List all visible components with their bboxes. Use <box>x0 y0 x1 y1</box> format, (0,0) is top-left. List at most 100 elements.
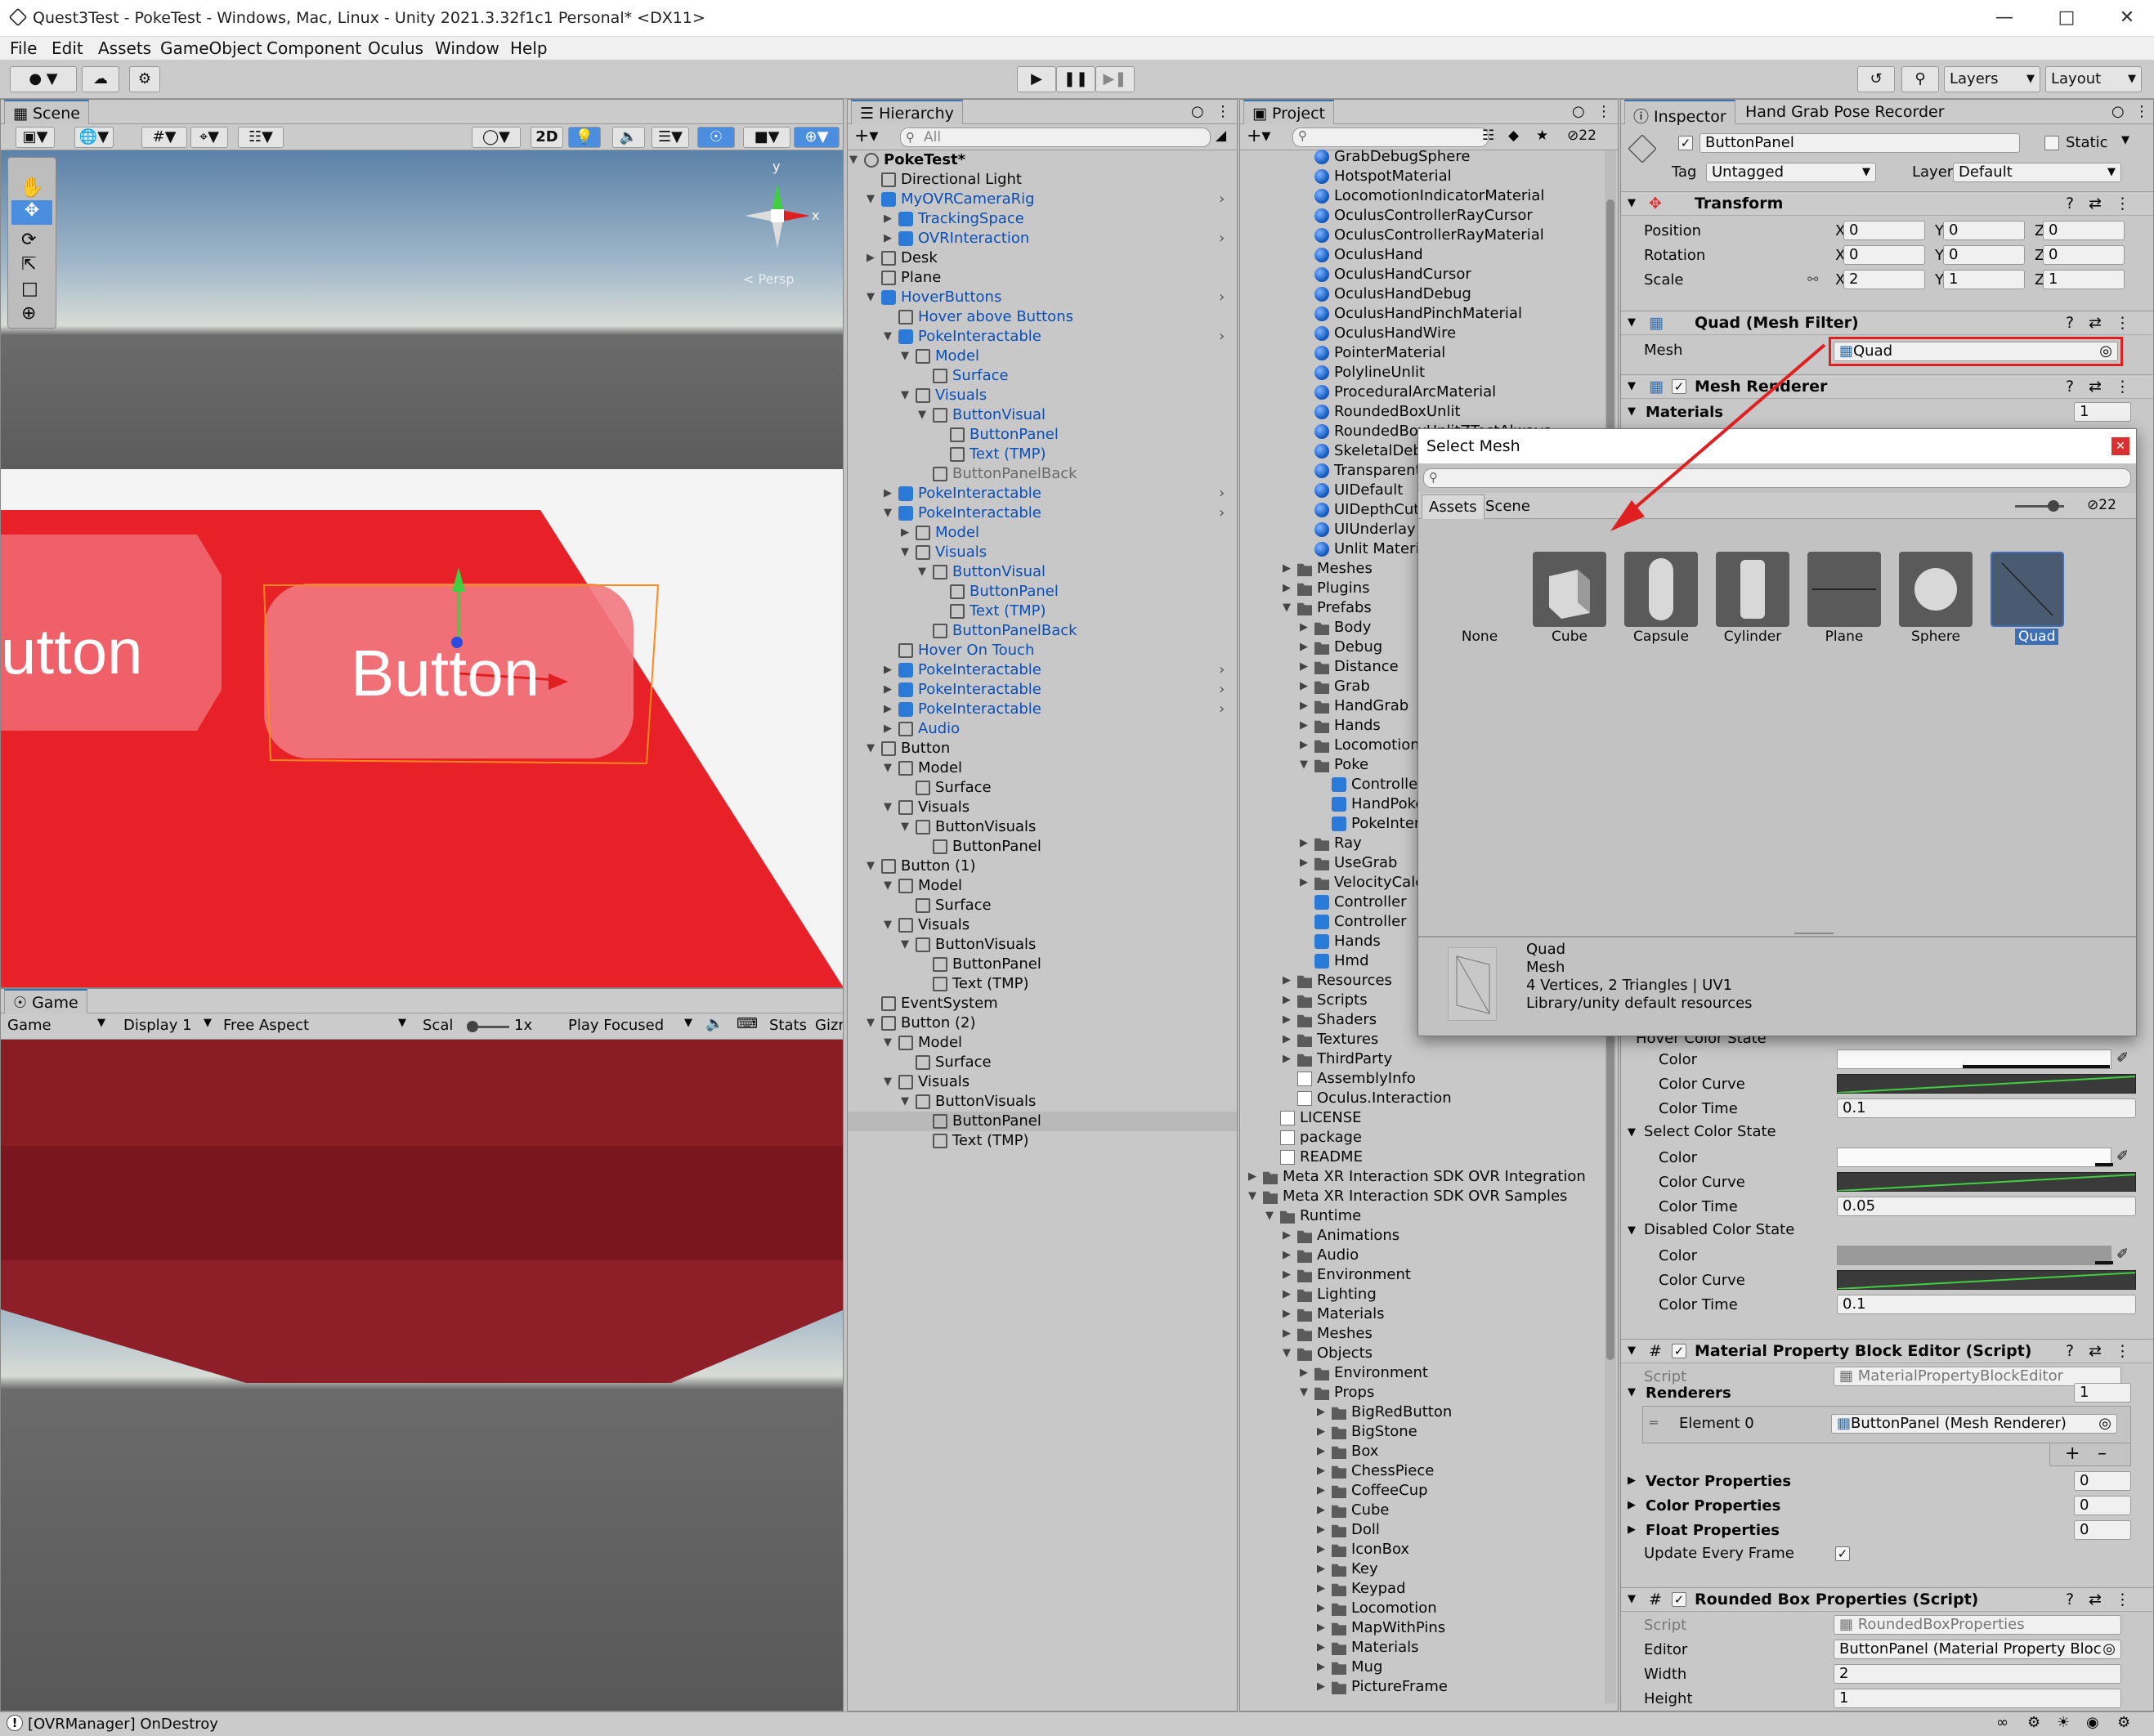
settings-icon[interactable]: ⚙ <box>2117 1714 2130 1731</box>
tab-game[interactable]: ☉ Game <box>4 989 87 1013</box>
foldout-arrow-icon[interactable]: ▶ <box>1628 1523 1636 1536</box>
audio-toggle-icon[interactable]: 🔈 <box>612 127 645 148</box>
step-button[interactable]: ▶❚ <box>1095 66 1135 92</box>
layers-dropdown[interactable]: Layers ▼ <box>1944 66 2040 92</box>
hierarchy-item[interactable]: ▶ TrackingSpace <box>848 209 1237 229</box>
transform-header[interactable]: ▼ ✥ Transform ? ⇄ ⋮ <box>1621 191 2153 216</box>
mesh-item-sphere[interactable] <box>1899 552 1973 627</box>
project-item[interactable]: README <box>1240 1148 1603 1167</box>
open-prefab-icon[interactable]: › <box>1219 229 1225 248</box>
project-item[interactable]: Oculus.Interaction <box>1240 1089 1603 1108</box>
project-search-input[interactable]: ⚲ <box>1292 128 1489 147</box>
hierarchy-item[interactable]: ▼ ButtonVisual <box>848 562 1237 582</box>
color-time-field[interactable]: 0.1 <box>1837 1295 2136 1314</box>
open-prefab-icon[interactable]: › <box>1219 288 1225 307</box>
hierarchy-item[interactable]: ▼ Visuals <box>848 1072 1237 1092</box>
expand-open-icon[interactable]: ▼ <box>918 562 929 582</box>
hierarchy-item[interactable]: ▼ HoverButtons › <box>848 288 1237 307</box>
expand-closed-icon[interactable]: ▶ <box>1317 1540 1328 1559</box>
expand-closed-icon[interactable]: ▶ <box>1317 1658 1328 1677</box>
transform-x-field[interactable]: 0 <box>1843 245 1925 265</box>
project-item[interactable]: LICENSE <box>1240 1108 1603 1128</box>
foldout-arrow-icon[interactable]: ▼ <box>1628 1126 1636 1139</box>
curve-field[interactable] <box>1837 1172 2136 1192</box>
transform-z-field[interactable]: 1 <box>2043 270 2125 289</box>
hierarchy-item[interactable]: Surface <box>848 896 1237 915</box>
hierarchy-item[interactable]: ▶ PokeInteractable › <box>848 700 1237 719</box>
expand-closed-icon[interactable]: ▶ <box>1283 1324 1294 1344</box>
hierarchy-item[interactable]: ▼ Model <box>848 758 1237 778</box>
add-element-button[interactable]: + <box>2065 1443 2080 1464</box>
hierarchy-item[interactable]: ▼ ButtonVisual <box>848 405 1237 425</box>
project-item[interactable]: ▶ Meta XR Interaction SDK OVR Integration <box>1240 1167 1603 1187</box>
shading-mode-dropdown[interactable]: ◯▼ <box>472 127 521 148</box>
hierarchy-item[interactable]: ▼ Model <box>848 347 1237 366</box>
project-item[interactable]: ▼ Meta XR Interaction SDK OVR Samples <box>1240 1187 1603 1206</box>
expand-open-icon[interactable]: ▼ <box>901 347 912 366</box>
scale-slider-handle[interactable] <box>467 1021 478 1032</box>
expand-closed-icon[interactable]: ▶ <box>1300 716 1311 736</box>
menu-file[interactable]: File <box>10 38 37 58</box>
hierarchy-item[interactable]: ButtonPanel <box>848 1112 1237 1131</box>
hierarchy-item[interactable]: Directional Light <box>848 170 1237 190</box>
hierarchy-item[interactable]: ▼ ButtonVisuals <box>848 1092 1237 1112</box>
game-dropdown[interactable]: Game <box>7 1017 51 1034</box>
project-item[interactable]: LocomotionIndicatorMaterial <box>1240 186 1603 206</box>
expand-open-icon[interactable]: ▼ <box>901 817 912 837</box>
project-item[interactable]: ▶ Box <box>1240 1442 1603 1461</box>
persp-label[interactable]: < Persp <box>743 271 794 287</box>
transform-z-field[interactable]: 0 <box>2043 221 2125 240</box>
project-item[interactable]: ▼ Props <box>1240 1383 1603 1403</box>
sync-icon[interactable]: ∞ <box>1996 1714 2008 1731</box>
hierarchy-item[interactable]: ▶ Audio <box>848 719 1237 739</box>
hierarchy-item[interactable]: ButtonPanel <box>848 837 1237 857</box>
expand-open-icon[interactable]: ▼ <box>884 327 895 347</box>
hierarchy-item[interactable]: ▶ PokeInteractable › <box>848 680 1237 700</box>
expand-closed-icon[interactable]: ▶ <box>1317 1442 1328 1461</box>
expand-closed-icon[interactable]: ▶ <box>884 700 895 719</box>
lock-icon[interactable]: ○ <box>1191 103 1204 120</box>
play-button[interactable]: ▶ <box>1017 66 1056 92</box>
collab-icon[interactable]: ⚙ <box>129 66 160 92</box>
open-prefab-icon[interactable]: › <box>1219 503 1225 523</box>
2d-toggle[interactable]: 2D <box>531 127 563 148</box>
project-item[interactable]: ▼ Objects <box>1240 1344 1603 1363</box>
transform-x-field[interactable]: 2 <box>1843 270 1925 289</box>
expand-closed-icon[interactable]: ▶ <box>1300 736 1311 755</box>
expand-closed-icon[interactable]: ▶ <box>1283 1265 1294 1285</box>
hierarchy-item[interactable]: ▼ Visuals <box>848 543 1237 562</box>
hierarchy-item[interactable]: ▼ Visuals <box>848 798 1237 817</box>
hierarchy-item[interactable]: Hover On Touch <box>848 641 1237 660</box>
project-item[interactable]: ▶ Meshes <box>1240 1324 1603 1344</box>
expand-open-icon[interactable]: ▼ <box>884 876 895 896</box>
expand-open-icon[interactable]: ▼ <box>1283 598 1294 618</box>
project-item[interactable]: ▶ Mug <box>1240 1658 1603 1677</box>
hierarchy-item[interactable]: Surface <box>848 778 1237 798</box>
tab-scene[interactable]: Scene <box>1485 498 1530 515</box>
project-item[interactable]: RoundedBoxUnlit <box>1240 402 1603 422</box>
hierarchy-item[interactable]: ButtonPanel <box>848 582 1237 602</box>
layout-dropdown[interactable]: Layout ▼ <box>2045 66 2142 92</box>
color-time-field[interactable]: 0.1 <box>1837 1098 2136 1118</box>
expand-open-icon[interactable]: ▼ <box>901 386 912 405</box>
increment-snap-icon[interactable]: ☷▼ <box>238 127 284 148</box>
hierarchy-item[interactable]: Text (TMP) <box>848 602 1237 621</box>
more-icon[interactable]: ⋮ <box>2134 103 2149 120</box>
expand-closed-icon[interactable]: ▶ <box>901 523 912 543</box>
tab-assets[interactable]: Assets <box>1422 494 1485 519</box>
project-item[interactable]: OculusHandDebug <box>1240 284 1603 304</box>
more-icon[interactable]: ⋮ <box>1596 103 1611 120</box>
search-by-label-icon[interactable]: ◆ <box>1508 128 1519 144</box>
expand-open-icon[interactable]: ▼ <box>1300 755 1311 775</box>
expand-closed-icon[interactable]: ▶ <box>1317 1677 1328 1697</box>
search-by-type-icon[interactable]: ☷ <box>1482 128 1494 144</box>
expand-closed-icon[interactable]: ▶ <box>1283 1246 1294 1265</box>
project-item[interactable]: ▶ BigStone <box>1240 1422 1603 1442</box>
hierarchy-item[interactable]: EventSystem <box>848 994 1237 1013</box>
open-prefab-icon[interactable]: › <box>1219 680 1225 700</box>
project-item[interactable]: HotspotMaterial <box>1240 167 1603 186</box>
hierarchy-item[interactable]: ButtonPanelBack <box>848 464 1237 484</box>
transform-y-field[interactable]: 1 <box>1943 270 2025 289</box>
expand-closed-icon[interactable]: ▶ <box>1317 1638 1328 1658</box>
more-icon[interactable]: ⋮ <box>1216 103 1230 120</box>
